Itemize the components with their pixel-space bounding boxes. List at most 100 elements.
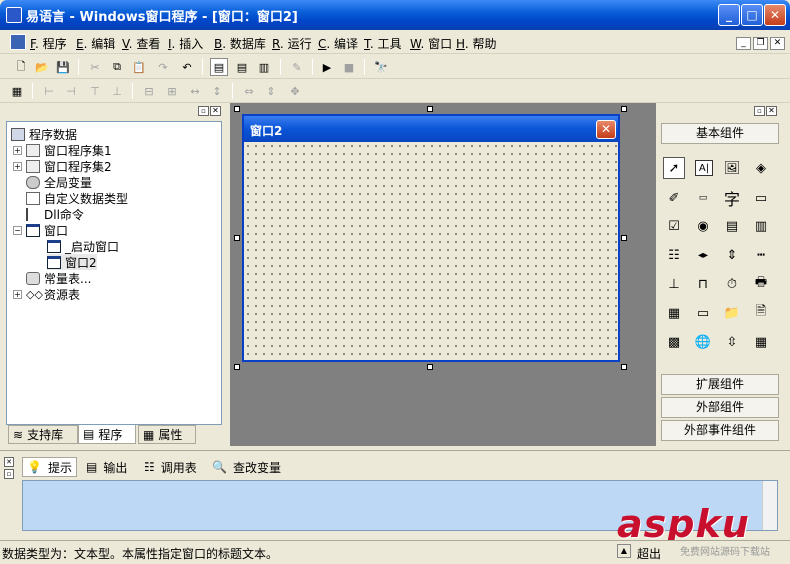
tree-item[interactable]: + 窗口程序集1	[13, 142, 112, 158]
minimize-button[interactable]: _	[718, 4, 740, 26]
align-left-icon[interactable]: ⊢	[40, 82, 58, 100]
external-event-components-button[interactable]: 外部事件组件	[661, 420, 779, 441]
checkbox-icon[interactable]: ☑	[663, 215, 685, 237]
basic-components-button[interactable]: 基本组件	[661, 123, 779, 144]
tree-item-selected[interactable]: 窗口2	[47, 254, 97, 270]
tab-support-library[interactable]: ≋ 支持库	[8, 425, 78, 444]
hscroll-icon[interactable]: ◂▸	[692, 244, 714, 266]
vscroll-icon[interactable]: ⇕	[721, 244, 743, 266]
layout-left-icon[interactable]: ▤	[210, 58, 228, 76]
tree-item[interactable]: Dll命令	[26, 206, 84, 222]
layout-top-icon[interactable]: ▤	[233, 58, 251, 76]
checklist-icon[interactable]: ☷	[663, 244, 685, 266]
close-button[interactable]: ✕	[764, 4, 786, 26]
radio-icon[interactable]: ◉	[692, 215, 714, 237]
resize-handle[interactable]	[621, 106, 627, 112]
panel-close-icon[interactable]: ✕	[4, 457, 14, 467]
align-grid-icon[interactable]: ▦	[8, 82, 26, 100]
tab-output[interactable]: ▤ 输出	[82, 457, 131, 477]
maximize-button[interactable]: □	[741, 4, 763, 26]
table-icon[interactable]: ▦	[750, 331, 772, 353]
redo-icon[interactable]: ↷	[154, 58, 172, 76]
output-scrollbar[interactable]	[762, 481, 777, 530]
same-height-icon[interactable]: ⇕	[262, 82, 280, 100]
input-icon[interactable]: ▭	[692, 302, 714, 324]
panel-restore-icon[interactable]: ▫	[754, 106, 765, 116]
resize-handle[interactable]	[427, 106, 433, 112]
space-horizontal-icon[interactable]: ↔	[186, 82, 204, 100]
align-center-icon[interactable]: ⊣	[62, 82, 80, 100]
groupbox-icon[interactable]: ▭	[692, 187, 714, 209]
text-icon[interactable]: 字	[721, 187, 743, 209]
panel-restore-icon[interactable]: ▫	[198, 106, 209, 116]
program-tree[interactable]: 程序数据 + 窗口程序集1 + 窗口程序集2 全局变量 自定义数据类型 Dll命令 …	[6, 121, 222, 425]
find-icon[interactable]: 🔭	[372, 58, 390, 76]
same-width-icon[interactable]: ⇔	[240, 82, 258, 100]
open-folder-icon[interactable]: 📂	[33, 58, 51, 76]
hyperlink-icon[interactable]: 🌐	[692, 331, 714, 353]
timer-icon[interactable]: ⏱	[721, 273, 743, 295]
tab-program[interactable]: ▤ 程序	[78, 425, 136, 444]
tree-root[interactable]: 程序数据	[11, 126, 77, 142]
tree-item[interactable]: 常量表...	[26, 270, 91, 286]
slider-icon[interactable]: ⊥	[663, 273, 685, 295]
same-size-icon[interactable]: ✥	[286, 82, 304, 100]
mdi-close-button[interactable]: ✕	[770, 37, 785, 50]
menu-program[interactable]: F. 程序	[30, 35, 67, 52]
new-file-icon[interactable]: 🗋	[12, 58, 30, 76]
save-icon[interactable]: 💾	[54, 58, 72, 76]
menu-compile[interactable]: C. 编译	[318, 35, 358, 52]
tree-item[interactable]: + 窗口程序集2	[13, 158, 112, 174]
mdi-restore-button[interactable]: ❐	[753, 37, 768, 50]
form-close-icon[interactable]: ✕	[596, 120, 616, 139]
panel-close-icon[interactable]: ✕	[210, 106, 221, 116]
align-bottom-icon[interactable]: ⊥	[108, 82, 126, 100]
menu-help[interactable]: H. 帮助	[456, 35, 496, 52]
resize-handle[interactable]	[234, 106, 240, 112]
paste-icon[interactable]: 📋	[130, 58, 148, 76]
menu-edit[interactable]: E. 编辑	[76, 35, 115, 52]
tab-call-table[interactable]: ☷ 调用表	[140, 457, 201, 477]
center-horizontal-icon[interactable]: ⊟	[140, 82, 158, 100]
calendar-icon[interactable]: ▦	[663, 302, 685, 324]
tree-item[interactable]: 全局变量	[26, 174, 92, 190]
resize-handle[interactable]	[621, 235, 627, 241]
resize-handle[interactable]	[427, 364, 433, 370]
label-icon[interactable]: A|	[695, 160, 713, 176]
tree-item[interactable]: _启动窗口	[47, 238, 119, 254]
run-icon[interactable]: ▶	[318, 58, 336, 76]
app-menu-icon[interactable]	[10, 34, 26, 50]
menu-tools[interactable]: T. 工具	[364, 35, 402, 52]
panel-close-icon[interactable]: ✕	[766, 106, 777, 116]
tree-item[interactable]: − 窗口	[13, 222, 68, 238]
printer-icon[interactable]: 🖶	[750, 273, 772, 295]
edit-icon[interactable]: ✐	[663, 187, 685, 209]
menu-window[interactable]: W. 窗口	[410, 35, 452, 52]
progress-icon[interactable]: ┅	[750, 244, 772, 266]
menu-run[interactable]: R. 运行	[272, 35, 312, 52]
layout-split-icon[interactable]: ▥	[255, 58, 273, 76]
extended-components-button[interactable]: 扩展组件	[661, 374, 779, 395]
tree-item[interactable]: 自定义数据类型	[26, 190, 128, 206]
cut-icon[interactable]: ✂	[86, 58, 104, 76]
menu-database[interactable]: B. 数据库	[214, 35, 266, 52]
picture-icon[interactable]: 🖼	[721, 157, 743, 179]
wand-icon[interactable]: ✎	[288, 58, 306, 76]
external-components-button[interactable]: 外部组件	[661, 397, 779, 418]
copy-icon[interactable]: ⧉	[108, 58, 126, 76]
color-picker-icon[interactable]: ▩	[663, 331, 685, 353]
undo-icon[interactable]: ↶	[178, 58, 196, 76]
shape-icon[interactable]: ◈	[750, 157, 772, 179]
menu-view[interactable]: V. 查看	[122, 35, 160, 52]
overflow-arrow-icon[interactable]: ▲	[617, 544, 631, 558]
menu-insert[interactable]: I. 插入	[168, 35, 203, 52]
form-window[interactable]: 窗口2 ✕	[242, 114, 620, 362]
center-vertical-icon[interactable]: ⊞	[163, 82, 181, 100]
button-icon[interactable]: ▭	[750, 187, 772, 209]
listbox-icon[interactable]: ▥	[750, 215, 772, 237]
file-icon[interactable]: 🗎	[750, 302, 772, 324]
resize-handle[interactable]	[234, 235, 240, 241]
resize-handle[interactable]	[621, 364, 627, 370]
align-top-icon[interactable]: ⊤	[86, 82, 104, 100]
tree-item[interactable]: + ◇◇ 资源表	[13, 286, 80, 302]
